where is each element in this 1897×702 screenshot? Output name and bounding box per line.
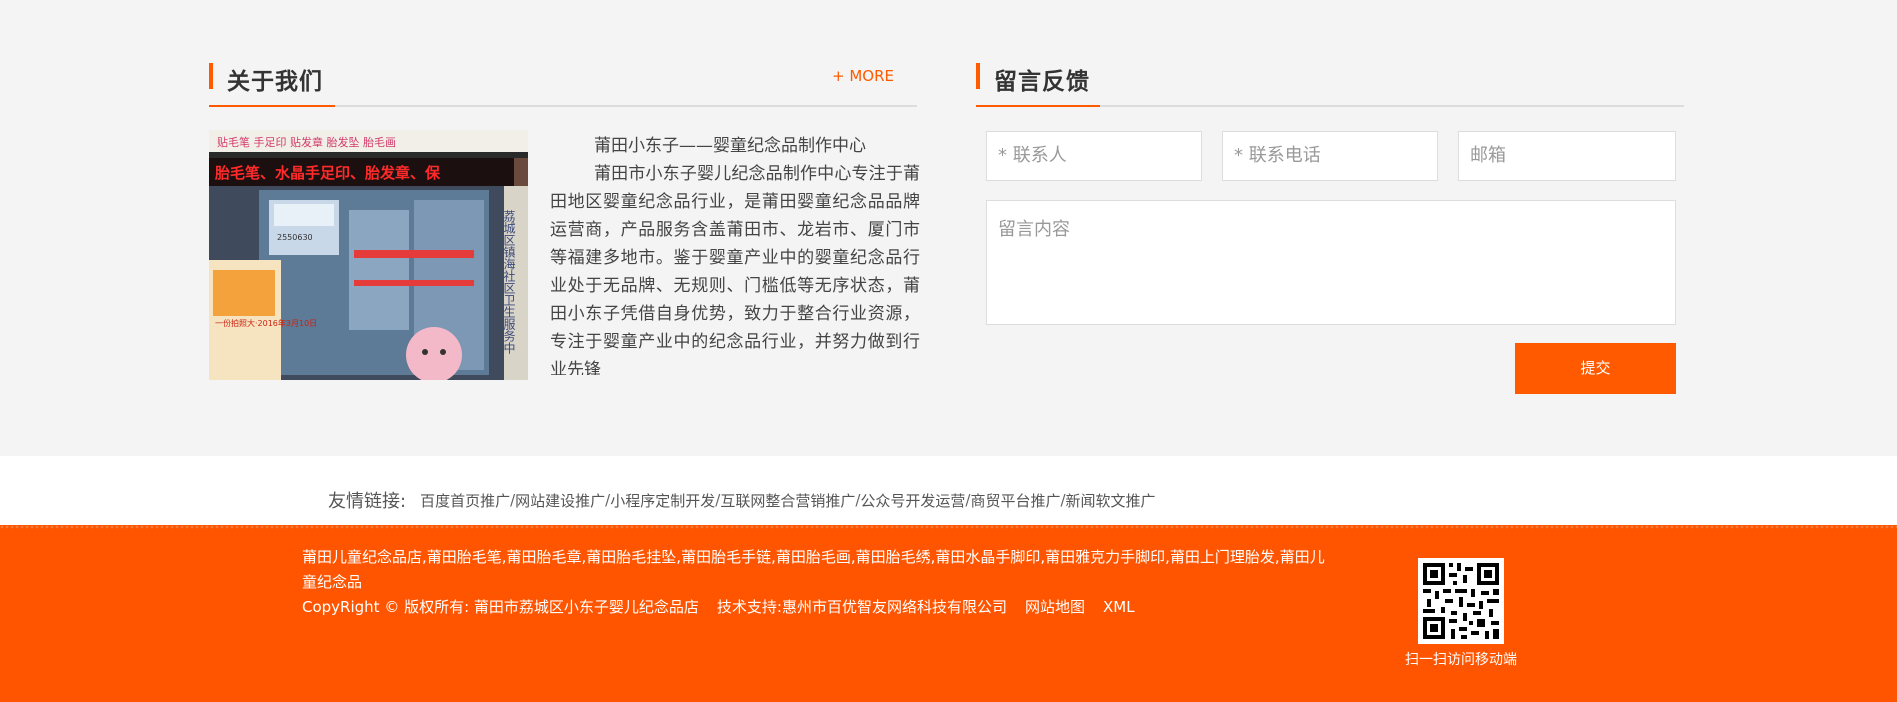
- friend-links-label: 友情链接:: [328, 491, 407, 512]
- friend-link[interactable]: 互联网整合营销推广: [720, 490, 855, 511]
- site-footer: 莆田儿童纪念品店,莆田胎毛笔,莆田胎毛章,莆田胎毛挂坠,莆田胎毛手链,莆田胎毛画…: [0, 525, 1897, 702]
- friend-link[interactable]: 公众号开发运营: [860, 490, 965, 511]
- accent-bar: [209, 63, 213, 89]
- feedback-header: 留言反馈: [976, 60, 1684, 107]
- friend-link[interactable]: 新闻软文推广: [1066, 490, 1156, 511]
- poster-text: 一份拍照大·2016年3月10日: [215, 318, 317, 328]
- more-link[interactable]: + MORE: [832, 67, 894, 85]
- email-field[interactable]: 邮箱: [1458, 131, 1676, 181]
- about-description: 莆田小东子——婴童纪念品制作中心 莆田市小东子婴儿纪念品制作中心专注于莆田地区婴…: [550, 132, 920, 375]
- sitemap-link[interactable]: 网站地图: [1025, 595, 1085, 620]
- contact-phone-field[interactable]: * 联系电话: [1222, 131, 1438, 181]
- qr-code-icon: [1418, 558, 1504, 644]
- tech-support-link[interactable]: 技术支持:惠州市百优智友网络科技有限公司: [717, 595, 1007, 620]
- about-paragraph-title: 莆田小东子——婴童纪念品制作中心: [594, 136, 866, 156]
- about-section: 关于我们 + MORE 贴毛笔 手足印 贴发章 胎发坠 胎毛画 胎毛笔、水晶手足…: [209, 60, 920, 380]
- feedback-title: 留言反馈: [994, 69, 1090, 95]
- title-underline: [976, 105, 1100, 107]
- friend-link[interactable]: 小程序定制开发: [610, 490, 715, 511]
- shop-label: 2550630: [277, 233, 313, 242]
- qr-code-graphic: [1421, 561, 1501, 641]
- title-underline: [209, 105, 335, 107]
- about-paragraph-body: 莆田市小东子婴儿纪念品制作中心专注于莆田地区婴童纪念品行业，是莆田婴童纪念品品牌…: [550, 164, 920, 375]
- xml-link[interactable]: XML: [1103, 595, 1135, 620]
- shop-side-sign: 荔城区镇海社区卫生服务中: [502, 210, 516, 354]
- friend-link[interactable]: 网站建设推广: [515, 490, 605, 511]
- shop-photo[interactable]: 贴毛笔 手足印 贴发章 胎发坠 胎毛画 胎毛笔、水晶手足印、胎发章、保 荔城区镇…: [209, 130, 528, 380]
- friend-links: 友情链接: 百度首页推广 / 网站建设推广 / 小程序定制开发 / 互联网整合营…: [328, 488, 1156, 512]
- shop-photo-image: 贴毛笔 手足印 贴发章 胎发坠 胎毛画 胎毛笔、水晶手足印、胎发章、保 荔城区镇…: [209, 130, 528, 380]
- accent-bar: [976, 63, 980, 89]
- footer-dotted-border: [0, 525, 1897, 530]
- copyright-text: CopyRight © 版权所有: 莆田市荔城区小东子婴儿纪念品店: [302, 598, 699, 616]
- qr-caption: 扫一扫访问移动端: [1405, 652, 1517, 668]
- friend-link[interactable]: 百度首页推广: [420, 490, 510, 511]
- friend-link[interactable]: 商贸平台推广: [970, 490, 1060, 511]
- friend-links-list: 百度首页推广 / 网站建设推广 / 小程序定制开发 / 互联网整合营销推广 / …: [420, 490, 1155, 511]
- shop-sign-top: 贴毛笔 手足印 贴发章 胎发坠 胎毛画: [217, 135, 396, 149]
- feedback-section: 留言反馈 * 联系人 * 联系电话 邮箱 留言内容 提交: [976, 60, 1684, 394]
- submit-button[interactable]: 提交: [1515, 343, 1676, 394]
- contact-name-field[interactable]: * 联系人: [986, 131, 1202, 181]
- footer-keywords: 莆田儿童纪念品店,莆田胎毛笔,莆田胎毛章,莆田胎毛挂坠,莆田胎毛手链,莆田胎毛画…: [302, 548, 1325, 591]
- footer-copyright-row: CopyRight © 版权所有: 莆田市荔城区小东子婴儿纪念品店 技术支持:惠…: [302, 595, 1337, 620]
- about-header: 关于我们 + MORE: [209, 60, 917, 107]
- footer-info: 莆田儿童纪念品店,莆田胎毛笔,莆田胎毛章,莆田胎毛挂坠,莆田胎毛手链,莆田胎毛画…: [302, 545, 1337, 620]
- shop-sign-led: 胎毛笔、水晶手足印、胎发章、保: [215, 164, 441, 182]
- about-title: 关于我们: [227, 69, 323, 95]
- message-textarea[interactable]: 留言内容: [986, 200, 1676, 325]
